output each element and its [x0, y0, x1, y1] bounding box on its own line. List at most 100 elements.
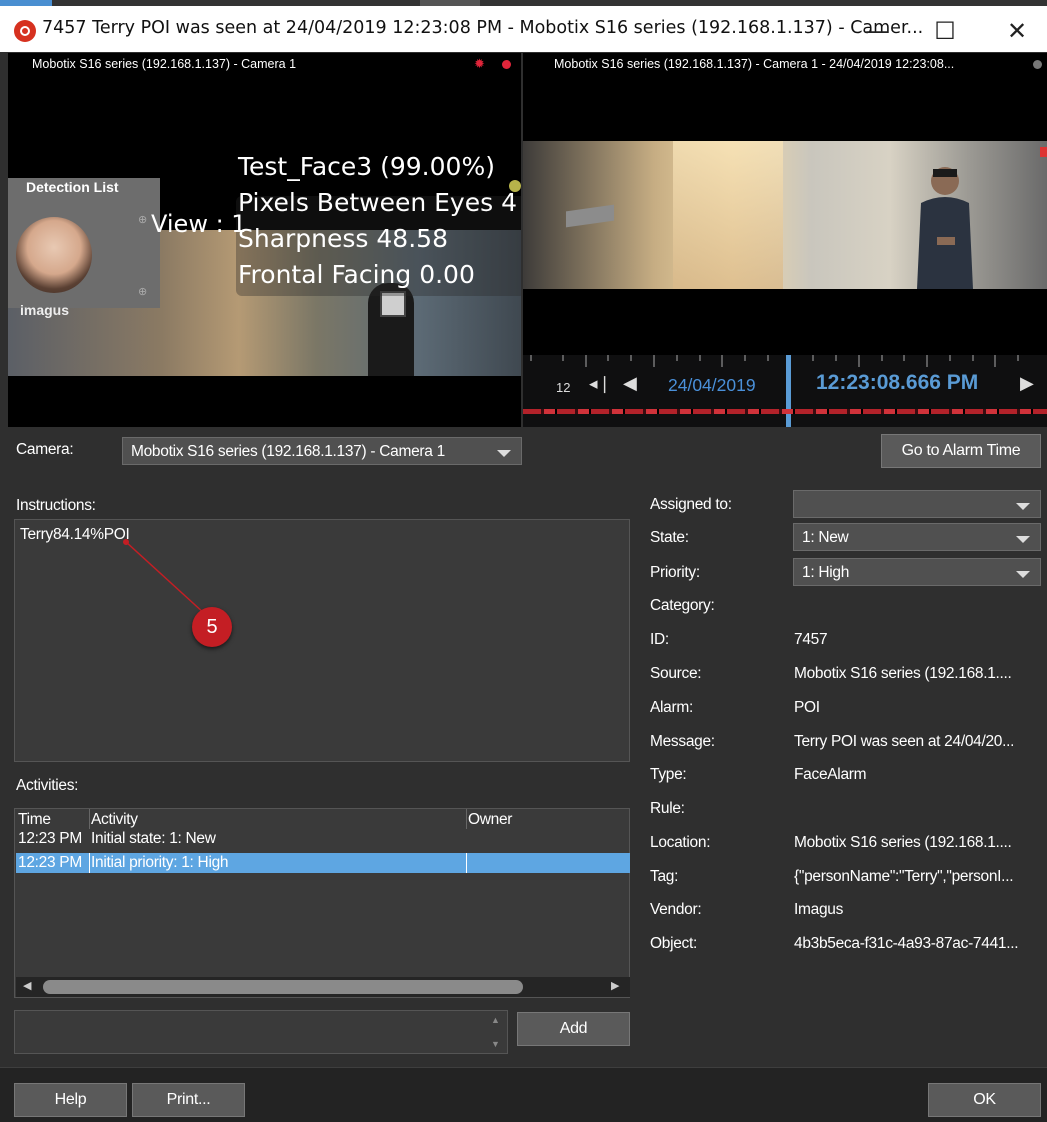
timeline-date: 24/04/2019 [668, 375, 756, 395]
state-value: 1: New [802, 529, 849, 546]
camera-dropdown[interactable]: Mobotix S16 series (192.168.1.137) - Cam… [122, 437, 522, 465]
overlay-frontal-facing: Frontal Facing 0.00 [238, 260, 475, 289]
timeline-cursor[interactable] [786, 355, 791, 427]
play-forward-icon[interactable]: ▶ [1020, 373, 1034, 394]
playback-video-pane[interactable]: Mobotix S16 series (192.168.1.137) - Cam… [523, 53, 1047, 427]
state-label: State: [650, 529, 689, 546]
column-divider [466, 809, 467, 829]
table-row[interactable]: 12:23 PM Initial state: 1: New [15, 829, 629, 853]
instructions-text: Terry84.14%POI [20, 526, 130, 543]
imagus-label: imagus [20, 302, 70, 318]
detection-face-thumbnail[interactable] [16, 217, 92, 293]
comment-input[interactable] [14, 1010, 508, 1054]
scroll-down-icon[interactable]: ▼ [491, 1039, 500, 1049]
object-value: 4b3b5eca-f31c-4a93-87ac-7441... [794, 935, 1019, 952]
column-divider [89, 809, 90, 829]
vendor-label: Vendor: [650, 901, 702, 918]
motion-icon: ✹ [474, 56, 485, 71]
column-header-owner[interactable]: Owner [468, 811, 512, 829]
callout-marker: 5 [192, 607, 232, 647]
chevron-down-icon [497, 450, 511, 457]
type-value: FaceAlarm [794, 766, 867, 783]
step-back-icon[interactable]: ◂❘ [589, 374, 612, 394]
message-value: Terry POI was seen at 24/04/20... [794, 733, 1015, 750]
camera-alarm-icon [14, 20, 36, 42]
overlay-name: Test_Face3 (99.00%) [238, 152, 495, 181]
window-title: 7457 Terry POI was seen at 24/04/2019 12… [42, 18, 924, 38]
scroll-down-icon[interactable]: ⊕ [138, 285, 147, 298]
column-header-activity[interactable]: Activity [91, 811, 138, 829]
priority-dropdown[interactable]: 1: High [793, 558, 1041, 586]
print-button[interactable]: Print... [132, 1083, 245, 1117]
table-row-selected[interactable]: 12:23 PM Initial priority: 1: High [16, 853, 630, 873]
id-value: 7457 [794, 631, 828, 648]
timeline-hour-label: 12 [556, 380, 571, 395]
type-label: Type: [650, 766, 687, 783]
location-label: Location: [650, 834, 711, 851]
tag-label: Tag: [650, 868, 679, 885]
right-camera-label: Mobotix S16 series (192.168.1.137) - Cam… [554, 57, 955, 71]
add-button[interactable]: Add [517, 1012, 630, 1046]
id-label: ID: [650, 631, 669, 648]
state-dropdown[interactable]: 1: New [793, 523, 1041, 551]
overlay-pixels-between-eyes: Pixels Between Eyes 4 [238, 188, 517, 217]
source-label: Source: [650, 665, 702, 682]
go-to-alarm-time-button[interactable]: Go to Alarm Time [881, 434, 1041, 468]
edge-marker [1040, 147, 1047, 157]
timeline-time: 12:23:08.666 PM [816, 371, 979, 394]
cell-divider [89, 853, 90, 873]
comment-scrollbar[interactable]: ▲ ▼ [486, 1011, 506, 1053]
priority-value: 1: High [802, 564, 850, 581]
location-value: Mobotix S16 series (192.168.1.... [794, 834, 1012, 851]
tag-value: {"personName":"Terry","personI... [794, 868, 1014, 885]
message-label: Message: [650, 733, 715, 750]
recording-indicator-icon [502, 60, 511, 69]
top-strip [0, 0, 1047, 6]
person-figure [917, 167, 973, 289]
close-button[interactable]: ✕ [997, 14, 1037, 48]
column-header-time[interactable]: Time [18, 811, 51, 829]
light-panel [673, 141, 783, 289]
row-activity: Initial state: 1: New [91, 830, 216, 847]
object-label: Object: [650, 935, 698, 952]
minimize-button[interactable]: — [857, 14, 897, 48]
activities-label: Activities: [16, 777, 79, 794]
chevron-down-icon [1016, 571, 1030, 578]
scrollbar-thumb[interactable] [43, 980, 523, 994]
vendor-value: Imagus [794, 901, 844, 918]
activities-table[interactable]: Time Activity Owner 12:23 PM Initial sta… [14, 808, 630, 998]
scroll-right-icon[interactable]: ▶ [611, 979, 619, 992]
maximize-button[interactable]: ☐ [925, 14, 965, 48]
scroll-up-icon[interactable]: ⊕ [138, 213, 147, 226]
alarm-value: POI [794, 699, 820, 716]
playback-indicator-icon [1033, 60, 1042, 69]
assigned-to-dropdown[interactable] [793, 490, 1041, 518]
rule-label: Rule: [650, 800, 685, 817]
assigned-to-label: Assigned to: [650, 496, 732, 513]
scroll-left-icon[interactable]: ◀ [23, 979, 31, 992]
instructions-textarea[interactable]: Terry84.14%POI [14, 519, 630, 762]
camera-dropdown-value: Mobotix S16 series (192.168.1.137) - Cam… [131, 443, 445, 460]
priority-label: Priority: [650, 564, 700, 581]
detection-list-title: Detection List [26, 179, 119, 195]
row-time: 12:23 PM [18, 854, 82, 871]
live-video-pane[interactable]: Mobotix S16 series (192.168.1.137) - Cam… [8, 53, 521, 427]
cell-divider [466, 853, 467, 873]
chevron-down-icon [1016, 536, 1030, 543]
view-label: View : 1 [151, 210, 247, 238]
source-value: Mobotix S16 series (192.168.1.... [794, 665, 1012, 682]
instructions-label: Instructions: [16, 497, 96, 514]
help-button[interactable]: Help [14, 1083, 127, 1117]
row-time: 12:23 PM [18, 830, 82, 847]
row-activity: Initial priority: 1: High [91, 854, 229, 871]
play-reverse-icon[interactable]: ◀ [623, 373, 637, 394]
chevron-down-icon [1016, 503, 1030, 510]
timeline-ticks [530, 355, 1019, 367]
scroll-up-icon[interactable]: ▲ [491, 1015, 500, 1025]
camera-label: Camera: [16, 441, 74, 458]
ok-button[interactable]: OK [928, 1083, 1041, 1117]
category-label: Category: [650, 597, 715, 614]
alarm-label: Alarm: [650, 699, 693, 716]
overlay-sharpness: Sharpness 48.58 [238, 224, 448, 253]
title-bar: 7457 Terry POI was seen at 24/04/2019 12… [0, 0, 1047, 52]
